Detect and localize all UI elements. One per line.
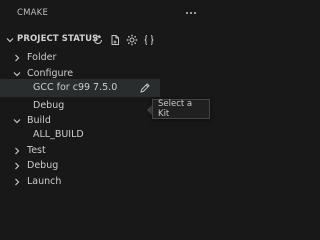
tree-item-label: Configure xyxy=(27,68,74,79)
chevron-down-icon xyxy=(12,69,22,79)
ellipsis-icon[interactable] xyxy=(184,6,198,20)
tree-item-label: Debug xyxy=(27,160,59,171)
new-file-icon[interactable] xyxy=(108,33,122,47)
tooltip: Select a Kit xyxy=(152,99,210,119)
panel-title-bar: CMAKE xyxy=(0,0,210,26)
tree-item-launch[interactable]: Launch xyxy=(0,173,210,191)
target-label: ALL_BUILD xyxy=(33,129,84,140)
chevron-right-icon xyxy=(12,161,22,171)
project-status-section-header[interactable]: PROJECT STATUS xyxy=(0,30,210,50)
tree-item-label: Launch xyxy=(27,176,62,187)
chevron-right-icon xyxy=(12,177,22,187)
section-title: PROJECT STATUS xyxy=(17,34,99,44)
chevron-down-icon xyxy=(5,35,15,45)
tree-item-kit[interactable]: GCC for c99 7.5.0 xyxy=(0,79,160,97)
section-toolbar xyxy=(91,33,156,47)
tooltip-text: Select a Kit xyxy=(158,99,193,119)
chevron-down-icon xyxy=(12,116,22,126)
gear-icon[interactable] xyxy=(125,33,139,47)
braces-icon[interactable] xyxy=(142,33,156,47)
variant-label: Debug xyxy=(33,100,65,111)
tree-item-label: Test xyxy=(27,145,46,156)
tree-item-label: Build xyxy=(27,115,51,126)
panel-title: CMAKE xyxy=(17,8,49,18)
refresh-icon[interactable] xyxy=(91,33,105,47)
chevron-right-icon xyxy=(12,53,22,63)
chevron-right-icon xyxy=(12,146,22,156)
tree-item-label: Folder xyxy=(27,52,57,63)
pencil-icon[interactable] xyxy=(138,81,152,95)
kit-label: GCC for c99 7.5.0 xyxy=(33,82,118,93)
